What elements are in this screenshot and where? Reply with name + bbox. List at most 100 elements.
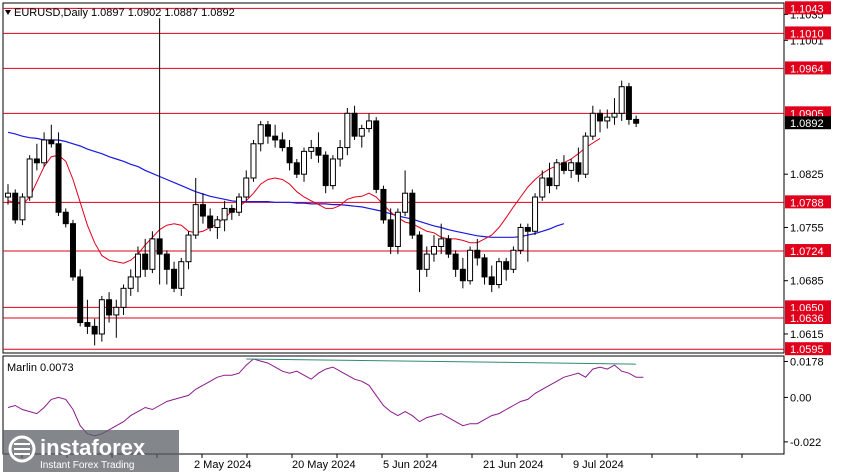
level-label: 1.0595	[790, 344, 824, 356]
candle	[236, 193, 243, 217]
candle-body	[423, 253, 430, 270]
candle-body	[438, 238, 445, 247]
candle	[467, 246, 474, 285]
indicator-title: Marlin 0.0073	[7, 362, 74, 374]
candle-body	[192, 204, 199, 236]
candle-body	[575, 162, 582, 175]
candle-body	[178, 261, 185, 289]
candle	[445, 235, 452, 258]
candle-body	[618, 86, 625, 114]
time-tick-label: 9 Jul 2024	[573, 459, 624, 471]
candle-body	[286, 147, 293, 164]
candle-body	[163, 253, 170, 270]
candle-body	[366, 120, 372, 130]
candle-body	[279, 139, 286, 149]
level-label: 1.0964	[790, 63, 824, 75]
candle-body	[633, 118, 640, 124]
level-label: 1.0636	[790, 313, 824, 325]
candle-body	[264, 124, 271, 137]
candle-body	[272, 135, 279, 141]
candle-body	[214, 219, 221, 228]
candle-body	[560, 162, 567, 171]
level-label: 1.0788	[790, 197, 824, 209]
candle	[69, 219, 76, 281]
candle-body	[156, 238, 163, 255]
candle	[582, 132, 589, 178]
candle-body	[481, 257, 488, 278]
level-label: 1.1010	[790, 28, 824, 40]
candle-body	[337, 147, 344, 160]
candle-body	[402, 192, 409, 213]
candle	[12, 189, 19, 224]
candle-body	[488, 276, 495, 286]
candle-body	[539, 177, 546, 198]
candle	[553, 158, 560, 190]
candle-body	[207, 215, 214, 228]
time-tick-label: 20 May 2024	[292, 459, 356, 471]
candle	[55, 132, 62, 217]
candle-body	[503, 261, 510, 270]
candle-body	[445, 238, 452, 255]
candle-body	[48, 139, 55, 145]
candle-body	[243, 177, 250, 198]
chart-root: 1.10351.10011.08251.07551.06851.06151.10…	[2, 1, 831, 472]
candle-body	[185, 234, 192, 263]
candle	[77, 269, 84, 327]
candle-body	[41, 139, 48, 164]
candle-body	[604, 116, 611, 122]
candle-body	[55, 143, 62, 213]
time-tick-label: 2 May 2024	[194, 459, 251, 471]
candle	[625, 82, 632, 125]
candle-body	[322, 154, 329, 187]
candle-body	[553, 162, 560, 187]
candle-body	[387, 219, 394, 247]
time-tick-label: 21 Jun 2024	[483, 459, 544, 471]
candle-body	[380, 188, 387, 221]
level-label: 1.1043	[790, 3, 824, 15]
candle-body	[308, 147, 315, 152]
candle-body	[611, 112, 618, 118]
candle	[517, 223, 524, 255]
candle-body	[358, 128, 365, 137]
candle-body	[77, 276, 84, 324]
candle-body	[625, 86, 632, 120]
candle-body	[33, 158, 40, 164]
candle-body	[344, 112, 351, 149]
last-price-label: 1.0892	[790, 118, 824, 130]
candle	[26, 155, 33, 201]
candle-body	[589, 112, 596, 137]
candle-body	[69, 223, 76, 278]
watermark-brand: instaforex	[40, 435, 146, 460]
candle-body	[221, 207, 228, 221]
candle-body	[409, 192, 416, 236]
candle-body	[524, 226, 531, 232]
candle-body	[228, 207, 235, 213]
candle-body	[582, 135, 589, 175]
candle-body	[62, 211, 69, 225]
candle	[250, 139, 257, 182]
candle-body	[315, 147, 322, 156]
candle	[380, 185, 387, 224]
level-label: 1.0724	[790, 246, 824, 258]
candle-body	[250, 143, 257, 179]
candle-body	[546, 177, 553, 187]
candle-body	[467, 249, 474, 282]
candle-body	[532, 196, 539, 232]
candle-body	[430, 245, 437, 255]
candle-body	[120, 287, 127, 308]
candle	[329, 155, 336, 190]
candle-body	[26, 158, 33, 198]
candle-body	[373, 120, 380, 190]
candle-body	[495, 261, 502, 286]
candle-body	[351, 112, 358, 137]
candle-body	[257, 124, 264, 145]
chart-title: EURUSD,Daily 1.0897 1.0902 1.0887 1.0892	[14, 7, 235, 19]
candle-body	[416, 234, 423, 270]
price-axis: 1.10351.10011.08251.07551.06851.06151.10…	[784, 1, 831, 356]
candle-body	[12, 192, 19, 221]
candle-body	[301, 150, 308, 175]
price-tick-label: 1.0615	[790, 329, 824, 341]
candle-body	[394, 211, 401, 247]
watermark-tagline: Instant Forex Trading	[40, 460, 135, 471]
candle-body	[127, 276, 134, 289]
